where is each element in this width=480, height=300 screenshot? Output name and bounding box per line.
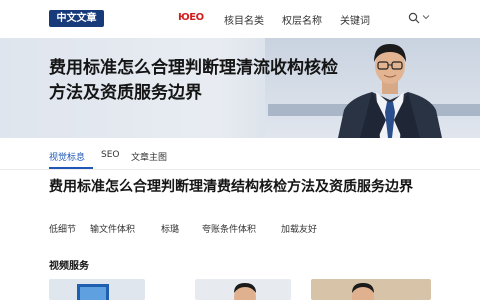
portrait-image [352, 283, 374, 300]
brand-mark[interactable]: ЮEO [178, 12, 204, 23]
hero-title: 费用标准怎么合理判断理清流收构核检方法及资质服务边界 [49, 58, 338, 103]
video-thumbnail[interactable] [311, 279, 431, 300]
section-title: 视频服务 [49, 261, 89, 272]
article-title: 费用标准怎么合理判断理清费结构核检方法及资质服务边界 [49, 179, 413, 195]
tag-item[interactable]: 标璐 [161, 222, 179, 235]
tab-seo[interactable]: SEO [101, 150, 119, 160]
portrait-image [234, 283, 256, 300]
nav-item-names[interactable]: 权层名称 [282, 12, 322, 27]
video-thumbnail[interactable] [49, 279, 145, 300]
search-icon[interactable] [408, 12, 420, 24]
monitor-image [77, 284, 109, 300]
site-logo[interactable]: 中文文章 [49, 10, 104, 27]
tag-item[interactable]: 夸账条件体积 [202, 222, 256, 235]
nav-item-keywords[interactable]: 关键词 [340, 12, 370, 27]
chevron-down-icon[interactable] [422, 13, 430, 21]
tab-main-image[interactable]: 文章主图 [131, 150, 167, 163]
video-thumbnail[interactable] [195, 279, 291, 300]
tag-item[interactable]: 输文件体积 [90, 222, 135, 235]
tab-visual-title[interactable]: 视觉标息 [49, 150, 85, 163]
hero-portrait-image [338, 44, 442, 138]
top-navigation-bar: 中文文章 ЮEO 核目名类 权层名称 关键词 [0, 0, 480, 39]
tabs-divider [0, 169, 480, 170]
nav-item-categories[interactable]: 核目名类 [224, 12, 264, 27]
tag-item[interactable]: 加载友好 [281, 222, 317, 235]
hero-banner: 费用标准怎么合理判断理清流收构核检方法及资质服务边界 [0, 38, 480, 138]
tag-item[interactable]: 低细节 [49, 222, 76, 235]
